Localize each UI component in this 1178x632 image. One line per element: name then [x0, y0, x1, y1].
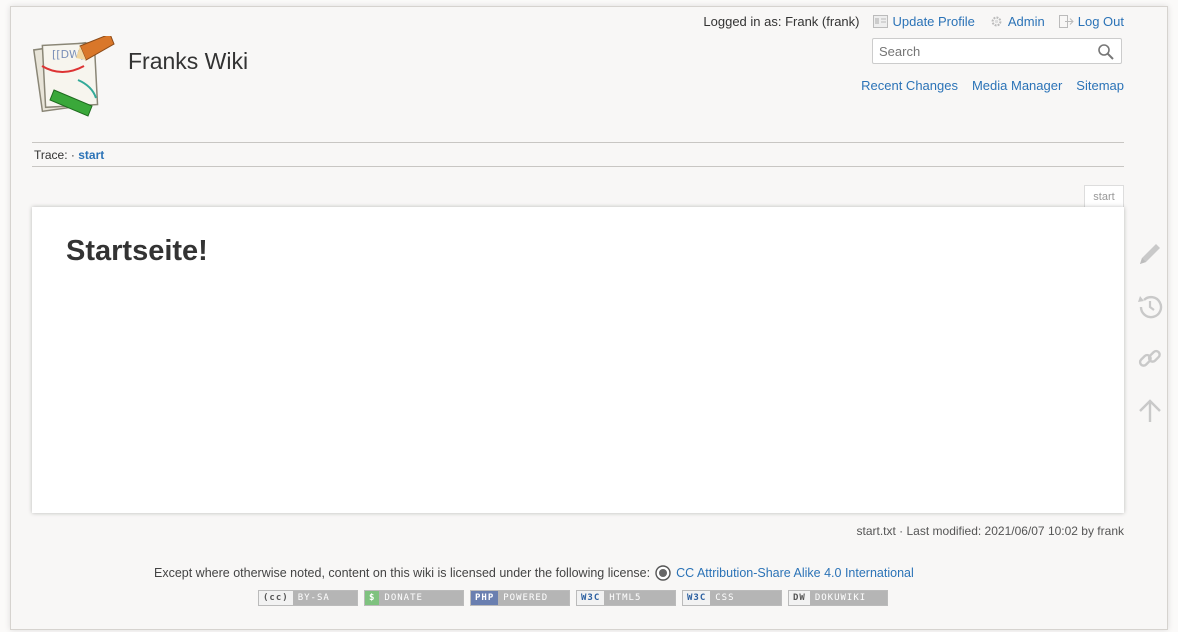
search-icon[interactable] — [1097, 43, 1115, 61]
badge-left: (cc) — [259, 591, 293, 605]
license-link[interactable]: CC Attribution-Share Alike 4.0 Internati… — [676, 566, 914, 580]
site-title[interactable]: Franks Wiki — [128, 48, 248, 75]
php-powered-badge[interactable]: PHP POWERED — [470, 590, 570, 606]
badge-left: DW — [789, 591, 810, 605]
admin-link[interactable]: Admin — [989, 14, 1045, 29]
gear-icon — [991, 16, 1002, 27]
badge-right: BY-SA — [292, 591, 357, 605]
badge-left: W3C — [683, 591, 711, 605]
badge-right: DONATE — [379, 591, 463, 605]
donate-badge[interactable]: $ DONATE — [364, 590, 464, 606]
logout-link[interactable]: Log Out — [1058, 14, 1124, 29]
media-manager-link[interactable]: Media Manager — [972, 78, 1062, 93]
w3c-html5-badge[interactable]: W3C HTML5 — [576, 590, 676, 606]
page-tools — [1134, 240, 1166, 448]
footer-badges: (cc) BY-SA $ DONATE PHP POWERED W3C HTML5 W3… — [258, 590, 888, 606]
badge-right: DOKUWIKI — [809, 591, 887, 605]
recent-changes-link[interactable]: Recent Changes — [861, 78, 958, 93]
dokuwiki-badge[interactable]: DW DOKUWIKI — [788, 590, 888, 606]
logout-label: Log Out — [1077, 14, 1124, 29]
badge-right: CSS — [710, 591, 781, 605]
license-notice: Except where otherwise noted, content on… — [154, 565, 914, 581]
page-id-tab: start — [1084, 185, 1124, 209]
search-box — [872, 38, 1122, 64]
trace-start-link[interactable]: start — [78, 148, 104, 162]
dokuwiki-logo[interactable]: [[DW]] — [32, 33, 118, 120]
sitemap-link[interactable]: Sitemap — [1076, 78, 1124, 93]
badge-left: $ — [365, 591, 380, 605]
badge-right: HTML5 — [604, 591, 675, 605]
trace-label: Trace: · — [34, 148, 75, 162]
admin-label: Admin — [1007, 14, 1045, 29]
page-heading: Startseite! — [66, 235, 208, 267]
update-profile-link[interactable]: Update Profile — [873, 14, 975, 29]
license-text: Except where otherwise noted, content on… — [154, 566, 651, 580]
breadcrumb-divider — [32, 166, 1124, 167]
badge-right: POWERED — [498, 591, 569, 605]
search-input[interactable] — [879, 43, 1079, 59]
cc-icon — [655, 565, 671, 581]
badge-left: PHP — [471, 591, 499, 605]
edit-icon[interactable] — [1134, 240, 1166, 270]
site-tools: Recent Changes Media Manager Sitemap — [861, 78, 1124, 93]
w3c-css-badge[interactable]: W3C CSS — [682, 590, 782, 606]
cc-license-badge[interactable]: (cc) BY-SA — [258, 590, 358, 606]
header-divider — [32, 142, 1124, 143]
back-to-top-icon[interactable] — [1134, 396, 1166, 426]
profile-icon — [873, 15, 889, 28]
revisions-icon[interactable] — [1134, 292, 1166, 322]
breadcrumb: Trace: · start — [34, 148, 104, 162]
logged-in-label: Logged in as: Frank (frank) — [703, 14, 860, 29]
doc-info: start.txt · Last modified: 2021/06/07 10… — [856, 524, 1125, 538]
page-content: Startseite! — [32, 207, 1124, 513]
user-tools: Logged in as: Frank (frank) Update Profi… — [703, 14, 1124, 29]
logout-icon — [1058, 15, 1074, 28]
update-profile-label: Update Profile — [892, 14, 975, 29]
badge-left: W3C — [577, 591, 605, 605]
backlinks-icon[interactable] — [1134, 344, 1166, 374]
